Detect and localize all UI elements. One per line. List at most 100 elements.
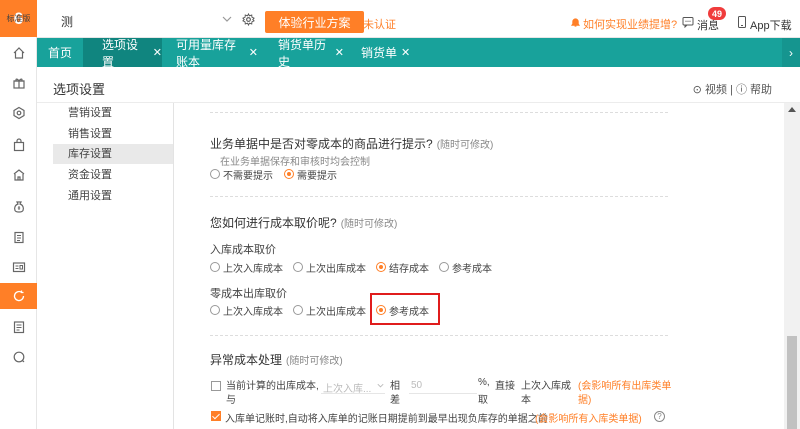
scrollbar-thumb[interactable] bbox=[787, 336, 797, 429]
tab-options-settings[interactable]: 选项设置 ✕ bbox=[83, 38, 162, 69]
industry-plan-button[interactable]: 体验行业方案 bbox=[265, 11, 364, 33]
radio-dot bbox=[376, 262, 386, 272]
report-icon[interactable] bbox=[0, 256, 37, 278]
abnormal-take: 上次入库成 bbox=[521, 381, 571, 392]
refresh-icon[interactable] bbox=[0, 283, 37, 309]
menu-item-marketing[interactable]: 营销设置 bbox=[53, 103, 173, 123]
zero-cost-title: 业务单据中是否对零成本的商品进行提示? (随时可修改) bbox=[210, 135, 493, 152]
phone-icon bbox=[738, 16, 746, 28]
settings-icon[interactable] bbox=[0, 102, 37, 124]
close-icon[interactable]: ✕ bbox=[401, 46, 410, 59]
inbound-cost-label: 入库成本取价 bbox=[210, 244, 276, 256]
performance-help-link[interactable]: 如何实现业绩提增? bbox=[583, 16, 677, 32]
radio-label: 上次入库成本 bbox=[223, 306, 283, 318]
tab-available-stock-ledger[interactable]: 可用量库存账本 ✕ bbox=[162, 37, 258, 69]
radio-label: 不需要提示 bbox=[223, 170, 273, 182]
close-icon[interactable]: ✕ bbox=[249, 46, 258, 59]
money-bag-icon[interactable] bbox=[0, 196, 37, 218]
help-button[interactable]: ⓘ 帮助 bbox=[736, 84, 772, 96]
radio-inbound-last-in[interactable]: 上次入库成本 bbox=[210, 260, 283, 275]
page-tools: ⊙ 视频 | ⓘ 帮助 bbox=[693, 81, 772, 97]
logo-text: 标准版 bbox=[6, 13, 31, 23]
abnormal-text-b: 与 bbox=[226, 395, 236, 406]
close-icon[interactable]: ✕ bbox=[335, 46, 344, 59]
abnormal-warning-2: 据) bbox=[578, 395, 592, 406]
messages-button[interactable]: 消息 49 bbox=[682, 7, 726, 32]
abnormal-warning: (会影响所有出库类单 bbox=[578, 381, 672, 392]
section-divider bbox=[210, 112, 668, 113]
shop-icon[interactable] bbox=[0, 164, 37, 186]
compare-cost-placeholder: 上次入库... bbox=[323, 384, 372, 395]
radio-no-prompt[interactable]: 不需要提示 bbox=[210, 167, 273, 182]
radio-inbound-last-out[interactable]: 上次出库成本 bbox=[293, 260, 366, 275]
question-icon[interactable]: ? bbox=[654, 411, 665, 422]
messages-count-badge: 49 bbox=[708, 7, 726, 20]
zero-cost-hint: (随时可修改) bbox=[436, 140, 494, 151]
abnormal-cost-title: 异常成本处理 (随时可修改) bbox=[210, 351, 343, 368]
content-scrollbar[interactable] bbox=[784, 103, 800, 429]
gear-icon[interactable] bbox=[242, 13, 255, 26]
scroll-up-icon[interactable] bbox=[788, 107, 796, 112]
abnormal-cha: 差 bbox=[390, 395, 400, 406]
radio-inbound-balance[interactable]: 结存成本 bbox=[376, 260, 429, 275]
app-window: 6 标准版 测 体验行业方案 未认证 如何实现业绩提增? 消息 49 App下载… bbox=[0, 0, 800, 429]
video-label: 视频 bbox=[704, 84, 727, 96]
tab-bar: 首页 选项设置 ✕ 可用量库存账本 ✕ 销货单历史 ✕ 销货单 ✕ › bbox=[37, 37, 800, 69]
tab-home[interactable]: 首页 bbox=[37, 38, 83, 67]
chevron-down-icon bbox=[222, 16, 232, 22]
compare-cost-select[interactable]: 上次入库... bbox=[321, 376, 385, 395]
section-divider bbox=[210, 196, 668, 197]
radio-need-prompt[interactable]: 需要提示 bbox=[284, 167, 337, 182]
abnormal-cost-title-text: 异常成本处理 bbox=[210, 353, 283, 367]
backdate-inbound-checkbox[interactable] bbox=[211, 411, 221, 421]
radio-dot bbox=[210, 169, 220, 179]
radio-dot bbox=[284, 169, 294, 179]
menu-item-general[interactable]: 通用设置 bbox=[53, 186, 173, 206]
tab-label: 首页 bbox=[47, 46, 72, 60]
message-icon bbox=[682, 17, 694, 28]
radio-zero-out-last-out[interactable]: 上次出库成本 bbox=[293, 303, 366, 318]
radio-label: 上次入库成本 bbox=[223, 263, 283, 275]
abnormal-cost-checkbox[interactable] bbox=[211, 381, 221, 391]
radio-label: 参考成本 bbox=[452, 263, 492, 275]
section-divider bbox=[210, 335, 668, 336]
tabs-overflow-icon[interactable]: › bbox=[782, 38, 800, 67]
brand-logo[interactable]: 6 标准版 bbox=[0, 0, 37, 37]
abnormal-percent: %, bbox=[478, 377, 490, 388]
radio-zero-out-last-in[interactable]: 上次入库成本 bbox=[210, 303, 283, 318]
menu-item-sales[interactable]: 销售设置 bbox=[53, 124, 173, 144]
radio-label: 上次出库成本 bbox=[306, 306, 366, 318]
page-header: 选项设置 ⊙ 视频 | ⓘ 帮助 bbox=[37, 67, 800, 103]
clipboard-icon[interactable] bbox=[0, 226, 37, 248]
radio-dot bbox=[293, 305, 303, 315]
top-bar: 测 体验行业方案 未认证 如何实现业绩提增? 消息 49 App下载 bbox=[37, 0, 800, 38]
backdate-inbound-text: 入库单记账时,自动将入库单的记账日期提前到最早出现负库存的单据之前 bbox=[225, 414, 548, 425]
radio-label: 上次出库成本 bbox=[306, 263, 366, 275]
unverified-link[interactable]: 未认证 bbox=[363, 16, 396, 32]
tab-label: 可用量库存账本 bbox=[176, 37, 237, 69]
chat-icon[interactable] bbox=[0, 346, 37, 368]
menu-item-funds[interactable]: 资金设置 bbox=[53, 165, 173, 185]
help-label: 帮助 bbox=[750, 84, 772, 96]
close-icon[interactable]: ✕ bbox=[153, 46, 162, 59]
tab-sales-order[interactable]: 销货单 ✕ bbox=[344, 38, 416, 67]
radio-dot bbox=[293, 262, 303, 272]
video-link[interactable]: ⊙ 视频 bbox=[693, 84, 727, 96]
cost-method-title: 您如何进行成本取价呢? (随时可修改) bbox=[210, 214, 397, 231]
radio-dot bbox=[210, 262, 220, 272]
highlight-box bbox=[370, 293, 440, 325]
document-icon[interactable] bbox=[0, 316, 37, 338]
radio-label: 结存成本 bbox=[389, 263, 429, 275]
store-select[interactable]: 测 bbox=[55, 11, 233, 31]
tab-sales-history[interactable]: 销货单历史 ✕ bbox=[258, 38, 344, 69]
difference-percent-input[interactable]: 50 bbox=[409, 376, 477, 394]
home-icon[interactable] bbox=[0, 42, 37, 64]
difference-percent-value: 50 bbox=[411, 380, 423, 391]
bag-icon[interactable] bbox=[0, 134, 37, 156]
radio-inbound-reference[interactable]: 参考成本 bbox=[439, 260, 492, 275]
radio-dot bbox=[210, 305, 220, 315]
gift-icon[interactable] bbox=[0, 72, 37, 94]
abnormal-cost-hint: (随时可修改) bbox=[286, 356, 343, 367]
left-rail: 6 标准版 bbox=[0, 0, 37, 429]
menu-item-inventory[interactable]: 库存设置 bbox=[53, 144, 173, 164]
